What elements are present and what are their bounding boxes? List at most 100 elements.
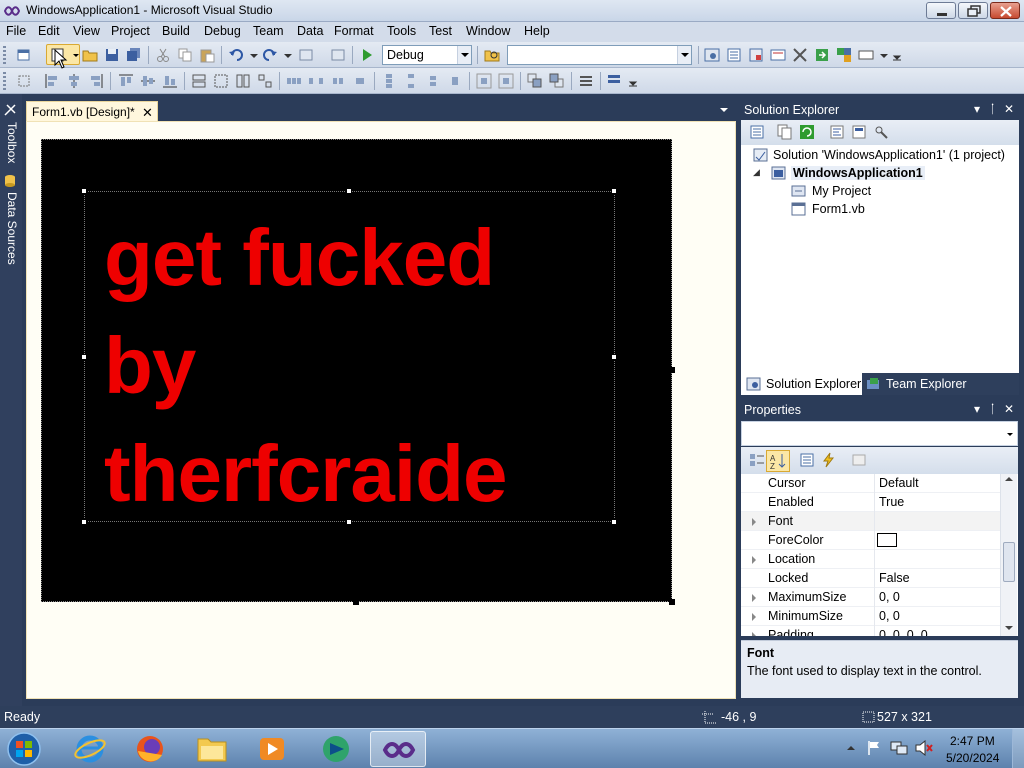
align-bottoms-icon[interactable] [162, 73, 178, 89]
properties-icon[interactable] [749, 124, 765, 140]
property-row-minimumsize[interactable]: MinimumSize 0, 0 [741, 607, 1000, 626]
size-to-grid-icon[interactable] [213, 73, 229, 89]
form-resize-handle[interactable] [353, 599, 359, 605]
solution-configuration-select[interactable]: Debug [382, 45, 472, 65]
menu-edit[interactable]: Edit [38, 24, 60, 38]
property-value[interactable]: True [879, 495, 904, 509]
view-class-diagram-icon[interactable] [873, 124, 889, 140]
expand-arrow-icon[interactable]: ◢ [753, 167, 760, 178]
align-middles-icon[interactable] [140, 73, 156, 89]
resize-handle[interactable] [611, 354, 617, 360]
remove-vertical-spacing-icon[interactable] [447, 73, 463, 89]
view-code-icon[interactable] [829, 124, 845, 140]
layout-options-icon[interactable] [606, 73, 622, 89]
tab-solution-explorer[interactable]: Solution Explorer [741, 373, 862, 395]
resize-handle[interactable] [611, 519, 617, 525]
color-swatch[interactable] [877, 533, 897, 547]
paste-icon[interactable] [199, 47, 215, 63]
decrease-vertical-spacing-icon[interactable] [425, 73, 441, 89]
clock-date[interactable]: 5/20/2024 [946, 751, 999, 765]
align-tops-icon[interactable] [118, 73, 134, 89]
property-value[interactable]: 0, 0, 0, 0 [879, 628, 928, 636]
increase-horizontal-spacing-icon[interactable] [308, 73, 324, 89]
alphabetical-button[interactable]: AZ [766, 450, 790, 472]
show-all-files-icon[interactable] [777, 124, 793, 140]
volume-muted-icon[interactable] [914, 740, 934, 756]
menu-test[interactable]: Test [429, 24, 452, 38]
object-selector[interactable] [741, 421, 1018, 446]
toolbar-options-icon[interactable] [890, 47, 906, 63]
taskbar-firefox[interactable] [122, 731, 178, 767]
property-row-cursor[interactable]: Cursor Default [741, 474, 1000, 493]
menu-data[interactable]: Data [297, 24, 323, 38]
clock-time[interactable]: 2:47 PM [950, 734, 995, 748]
remove-horizontal-spacing-icon[interactable] [352, 73, 368, 89]
save-icon[interactable] [104, 47, 120, 63]
start-page-icon[interactable] [814, 47, 830, 63]
menu-help[interactable]: Help [524, 24, 550, 38]
network-icon[interactable] [890, 740, 908, 756]
expand-arrow-icon[interactable] [752, 518, 756, 526]
expand-arrow-icon[interactable] [752, 632, 756, 636]
property-value[interactable]: 0, 0 [879, 590, 900, 604]
panel-menu-icon[interactable]: ▾ [974, 102, 980, 116]
command-window-icon[interactable] [858, 47, 874, 63]
property-value[interactable]: 0, 0 [879, 609, 900, 623]
property-row-padding[interactable]: Padding 0, 0, 0, 0 [741, 626, 1000, 636]
form-resize-handle[interactable] [669, 599, 675, 605]
property-row-forecolor[interactable]: ForeColor [741, 531, 1000, 550]
pin-icon[interactable]: ᛙ [989, 402, 996, 416]
extension-manager-icon[interactable] [836, 47, 852, 63]
menu-team[interactable]: Team [253, 24, 284, 38]
toolbox-tab[interactable]: Toolbox [2, 122, 19, 163]
navigate-backward-icon[interactable] [298, 47, 314, 63]
tree-item-form1[interactable]: Form1.vb [812, 202, 865, 216]
property-grid-scrollbar[interactable] [1000, 474, 1017, 636]
document-list-dropdown-icon[interactable] [720, 108, 728, 112]
save-all-icon[interactable] [126, 47, 142, 63]
property-row-font[interactable]: Font [741, 512, 1000, 531]
make-same-height-icon[interactable] [235, 73, 251, 89]
center-vertically-icon[interactable] [498, 73, 514, 89]
open-folder-icon[interactable] [82, 47, 98, 63]
label-control-text[interactable]: get fucked by therfcraide [104, 204, 507, 528]
minimize-button[interactable] [926, 2, 956, 19]
resize-handle[interactable] [346, 188, 352, 194]
taskbar-visual-studio[interactable] [370, 731, 426, 767]
tree-item-solution[interactable]: Solution 'WindowsApplication1' (1 projec… [773, 148, 1005, 162]
maximize-button[interactable] [958, 2, 988, 19]
menu-format[interactable]: Format [334, 24, 374, 38]
resize-handle[interactable] [611, 188, 617, 194]
property-row-locked[interactable]: Locked False [741, 569, 1000, 588]
property-row-maximumsize[interactable]: MaximumSize 0, 0 [741, 588, 1000, 607]
redo-dropdown-icon[interactable] [280, 47, 296, 63]
menu-view[interactable]: View [73, 24, 100, 38]
toolbar-grip[interactable] [3, 46, 6, 64]
toolbox-icon[interactable] [3, 103, 17, 117]
find-combo[interactable] [507, 45, 692, 65]
resize-handle[interactable] [81, 519, 87, 525]
resize-handle[interactable] [346, 519, 352, 525]
taskbar-media-player[interactable] [244, 731, 300, 767]
close-tab-icon[interactable]: ✕ [142, 105, 153, 121]
object-browser-icon[interactable] [748, 47, 764, 63]
action-center-flag-icon[interactable] [866, 740, 882, 756]
align-to-grid-icon[interactable] [16, 73, 32, 89]
properties-view-icon[interactable] [799, 452, 815, 468]
property-value[interactable]: False [879, 571, 910, 585]
toolbar-options-icon[interactable] [626, 73, 642, 89]
pin-icon[interactable]: ᛙ [989, 102, 996, 116]
toolbox-tools-icon[interactable] [792, 47, 808, 63]
menu-file[interactable]: File [6, 24, 26, 38]
taskbar-file-explorer[interactable] [184, 731, 240, 767]
decrease-horizontal-spacing-icon[interactable] [330, 73, 346, 89]
class-view-icon[interactable] [770, 47, 786, 63]
new-project-icon[interactable] [16, 47, 32, 63]
find-in-files-icon[interactable] [484, 47, 500, 63]
undo-icon[interactable] [228, 47, 244, 63]
cut-icon[interactable] [155, 47, 171, 63]
vertical-spacing-equal-icon[interactable] [381, 73, 397, 89]
scroll-up-icon[interactable] [1005, 477, 1013, 481]
menu-project[interactable]: Project [111, 24, 150, 38]
close-icon[interactable]: ✕ [1004, 402, 1014, 416]
